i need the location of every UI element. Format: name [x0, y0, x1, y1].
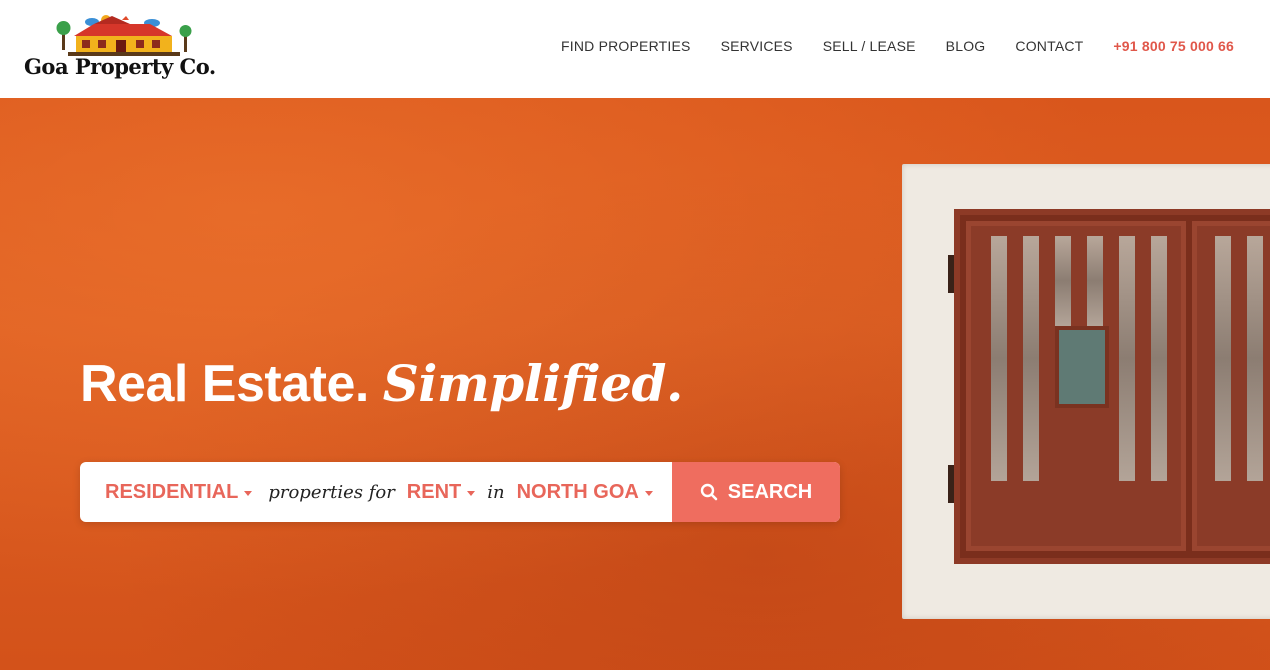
hero-title: Real Estate. Simplified.: [80, 354, 683, 414]
nav-services[interactable]: SERVICES: [721, 38, 793, 54]
location-value: NORTH GOA: [516, 480, 639, 503]
hero-window-image: [902, 164, 1270, 619]
hero-section: Real Estate. Simplified. RESIDENTIAL pro…: [0, 98, 1270, 670]
chevron-down-icon: [244, 491, 253, 496]
hero-title-sub: Simplified.: [382, 354, 684, 413]
purpose-select[interactable]: RENT: [406, 480, 476, 504]
search-connector-in: in: [487, 481, 505, 503]
hero-title-main: Real Estate.: [80, 355, 369, 413]
property-type-value: RESIDENTIAL: [105, 480, 239, 503]
nav-phone-link[interactable]: +91 800 75 000 66: [1113, 38, 1234, 54]
brand-name: Goa Property Co.: [24, 54, 216, 79]
chevron-down-icon: [467, 491, 476, 496]
nav-contact[interactable]: CONTACT: [1015, 38, 1083, 54]
search-connector-properties-for: properties for: [268, 481, 395, 503]
nav-find-properties[interactable]: FIND PROPERTIES: [561, 38, 691, 54]
property-type-select[interactable]: RESIDENTIAL: [105, 480, 253, 504]
search-button-label: SEARCH: [727, 480, 813, 503]
nav-sell-lease[interactable]: SELL / LEASE: [823, 38, 916, 54]
house-logo-icon: [56, 15, 192, 56]
location-select[interactable]: NORTH GOA: [517, 481, 653, 504]
chevron-down-icon: [644, 491, 653, 496]
site-header: Goa Property Co. FIND PROPERTIES SERVICE…: [0, 0, 1270, 98]
main-nav: FIND PROPERTIES SERVICES SELL / LEASE BL…: [531, 38, 1234, 54]
brand-logo[interactable]: Goa Property Co.: [24, 14, 234, 84]
nav-blog[interactable]: BLOG: [946, 38, 986, 54]
search-button[interactable]: SEARCH: [672, 462, 840, 522]
search-icon: [700, 483, 718, 501]
property-search-bar: RESIDENTIAL properties for RENT in NORTH…: [80, 462, 840, 522]
purpose-value: RENT: [406, 480, 462, 503]
